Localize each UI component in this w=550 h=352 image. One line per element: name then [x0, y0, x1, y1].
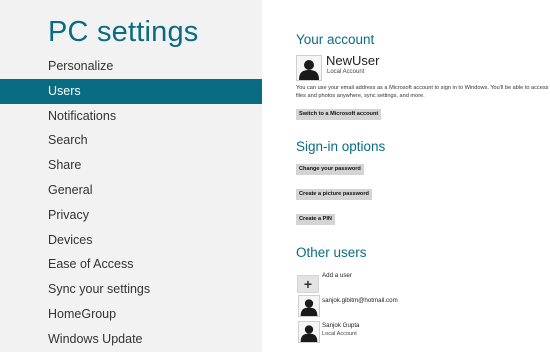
account-name: NewUser [326, 53, 380, 68]
nav-item-sync-settings[interactable]: Sync your settings [0, 277, 262, 302]
create-picture-password-button[interactable]: Create a picture password [296, 189, 372, 200]
nav-item-privacy[interactable]: Privacy [0, 203, 262, 228]
users-settings-pane: Your account NewUser Local Account You c… [262, 0, 550, 352]
nav-item-homegroup[interactable]: HomeGroup [0, 302, 262, 327]
nav-item-users[interactable]: Users [0, 78, 262, 104]
other-user-name[interactable]: Sanjok Gupta [322, 322, 360, 329]
nav-item-ease-of-access[interactable]: Ease of Access [0, 252, 262, 277]
nav-item-notifications[interactable]: Notifications [0, 104, 262, 129]
add-user-label[interactable]: Add a user [322, 272, 352, 279]
other-users-heading: Other users [296, 245, 367, 260]
sign-in-options-heading: Sign-in options [296, 139, 386, 154]
user-silhouette-icon[interactable] [298, 295, 320, 317]
account-type: Local Account [327, 69, 365, 75]
settings-nav-pane: PC settings Personalize Users Notificati… [0, 0, 262, 352]
change-password-button[interactable]: Change your password [296, 164, 364, 175]
nav-item-general[interactable]: General [0, 178, 262, 203]
nav-item-search[interactable]: Search [0, 128, 262, 153]
nav-item-devices[interactable]: Devices [0, 228, 262, 253]
switch-to-microsoft-account-button[interactable]: Switch to a Microsoft account [296, 109, 382, 120]
nav-item-windows-update[interactable]: Windows Update [0, 327, 262, 352]
create-pin-button[interactable]: Create a PIN [296, 214, 335, 225]
your-account-heading: Your account [296, 32, 375, 47]
nav-item-share[interactable]: Share [0, 153, 262, 178]
page-title: PC settings [48, 16, 199, 48]
add-user-button[interactable]: + [297, 275, 319, 293]
user-silhouette-icon [296, 55, 322, 81]
nav-list: Personalize Users Notifications Search S… [0, 54, 262, 352]
nav-item-personalize[interactable]: Personalize [0, 54, 262, 79]
other-user-type: Local Account [322, 331, 357, 337]
user-silhouette-icon[interactable] [298, 321, 320, 343]
plus-icon: + [303, 276, 313, 292]
other-user-email[interactable]: sanjok.gibitm@hotmail.com [322, 297, 398, 304]
account-description: You can use your email address as a Micr… [296, 85, 549, 99]
